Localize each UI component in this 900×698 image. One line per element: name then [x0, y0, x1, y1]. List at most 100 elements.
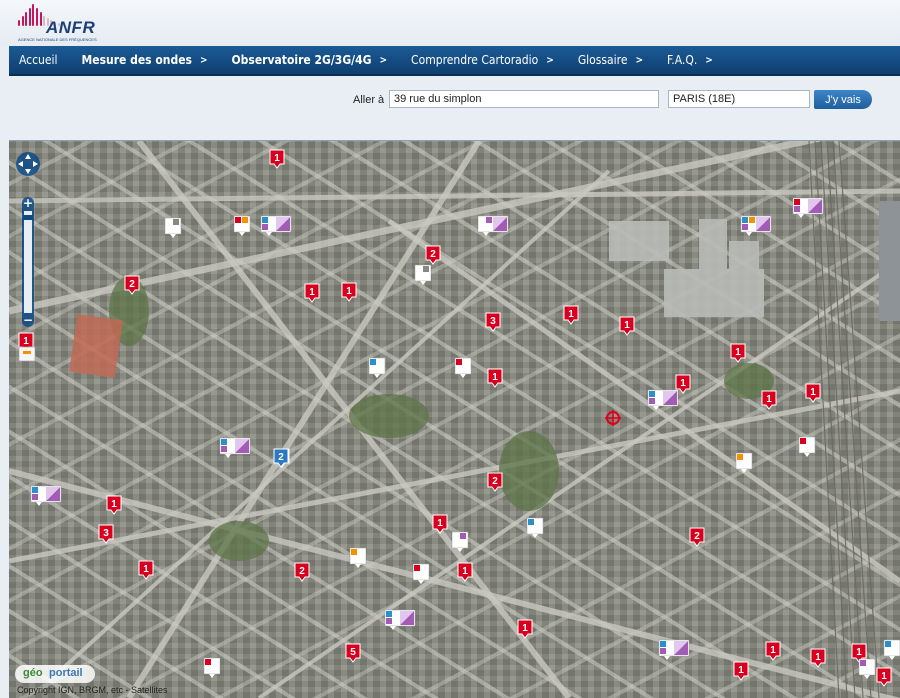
marker-count: 2 [129, 279, 135, 290]
operator-antenna-marker[interactable] [219, 437, 251, 458]
marker-count: 1 [881, 671, 887, 682]
antenna-count-marker[interactable]: 1 [457, 562, 473, 582]
main-nav: Accueil Mesure des ondes > Observatoire 2G/… [9, 46, 900, 76]
antenna-count-marker[interactable]: 1 [269, 149, 285, 169]
antenna-count-marker[interactable]: 1 [810, 648, 826, 668]
operator-antenna-marker[interactable] [883, 639, 900, 660]
marker-count: 2 [299, 566, 305, 577]
operator-antenna-marker[interactable] [164, 217, 182, 238]
operator-antenna-marker[interactable] [477, 215, 509, 236]
signal-bar [28, 8, 31, 26]
marker-count: 1 [856, 647, 862, 658]
aerial-imagery: 122113111111122123112121511111112 [9, 141, 900, 698]
antenna-count-marker[interactable]: 1 [761, 390, 777, 410]
marker-count: 1 [815, 652, 821, 663]
marker-count: 1 [624, 320, 630, 331]
operator-antenna-marker[interactable] [30, 485, 62, 506]
nav-item-label: Accueil [19, 53, 58, 67]
antenna-count-marker[interactable]: 1 [432, 514, 448, 534]
marker-count: 2 [694, 531, 700, 542]
marker-count: 1 [111, 499, 117, 510]
antenna-count-marker[interactable]: 1 [341, 282, 357, 302]
antenna-count-marker[interactable]: 1 [730, 343, 746, 363]
antenna-count-marker[interactable]: 1 [876, 667, 892, 687]
operator-antenna-marker[interactable] [384, 609, 416, 630]
nav-item-3[interactable]: Comprendre Cartoradio > [411, 53, 554, 67]
marker-count: 1 [462, 566, 468, 577]
marker-count: 2 [278, 452, 284, 463]
marker-count: 1 [437, 518, 443, 529]
operator-antenna-marker[interactable] [792, 197, 824, 218]
operator-antenna-marker[interactable] [233, 215, 251, 236]
marker-count: 1 [309, 287, 315, 298]
signal-bar [36, 8, 38, 26]
nav-item-label: F.A.Q. [667, 53, 698, 67]
signal-bar [18, 20, 20, 26]
nav-item-4[interactable]: Glossaire > [578, 53, 643, 67]
minus-icon[interactable]: − [23, 313, 33, 327]
antenna-count-marker[interactable]: 1 [138, 560, 154, 580]
antenna-count-marker[interactable]: 1 [619, 316, 635, 336]
chevron-right-icon: > [199, 54, 208, 66]
antenna-count-marker[interactable]: 1 [106, 495, 122, 515]
marker-count: 1 [346, 286, 352, 297]
map-view[interactable]: 122113111111122123112121511111112 + − gé… [9, 140, 900, 698]
signal-bar [25, 12, 28, 26]
logo-tagline: AGENCE NATIONALE DES FRÉQUENCES [18, 37, 97, 42]
marker-count: 1 [522, 623, 528, 634]
antenna-count-marker[interactable]: 2 [487, 472, 503, 492]
antenna-count-marker[interactable]: 5 [345, 643, 361, 663]
city-input[interactable] [668, 90, 810, 108]
pan-arrows-icon[interactable] [15, 151, 41, 177]
site-header: ANFR AGENCE NATIONALE DES FRÉQUENCES [0, 0, 900, 46]
address-input[interactable] [389, 90, 659, 108]
antenna-count-marker[interactable]: 1 [304, 283, 320, 303]
nav-item-2[interactable]: Observatoire 2G/3G/4G > [232, 53, 388, 67]
operator-antenna-marker[interactable] [798, 436, 816, 457]
marker-count: 1 [810, 387, 816, 398]
logo-name: ANFR [46, 18, 96, 37]
operator-antenna-marker[interactable] [658, 639, 690, 660]
nav-item-label: Comprendre Cartoradio [411, 53, 539, 67]
anfr-logo[interactable]: ANFR AGENCE NATIONALE DES FRÉQUENCES [18, 2, 98, 44]
map-copyright: Copyright IGN, BRGM, etc - Satellites [17, 685, 168, 695]
chevron-right-icon: > [546, 54, 554, 66]
nav-item-5[interactable]: F.A.Q. > [667, 53, 713, 67]
signal-bar [39, 12, 42, 26]
chevron-right-icon: > [705, 54, 713, 66]
antenna-count-marker[interactable]: 2 [425, 245, 441, 265]
marker-count: 1 [568, 309, 574, 320]
zoom-slider[interactable]: + − [20, 197, 36, 327]
chevron-right-icon: > [635, 54, 644, 66]
marker-count: 1 [23, 336, 29, 347]
antenna-count-marker[interactable]: 1 [733, 661, 749, 681]
marker-count: 1 [680, 378, 686, 389]
marker-count: 1 [770, 645, 776, 656]
marker-count: 1 [143, 564, 149, 575]
operator-antenna-marker[interactable] [740, 215, 772, 236]
street-view-icon[interactable] [18, 346, 36, 362]
antenna-count-marker[interactable]: 1 [563, 305, 579, 325]
nav-item-label: Mesure des ondes [81, 53, 192, 67]
antenna-count-marker[interactable]: 1 [487, 368, 503, 388]
marker-count: 1 [766, 394, 772, 405]
nav-item-0[interactable]: Accueil [19, 53, 58, 67]
chevron-right-icon: > [379, 54, 388, 66]
antenna-count-marker[interactable]: 2 [294, 562, 310, 582]
antenna-count-marker[interactable]: 1 [805, 383, 821, 403]
operator-antenna-marker[interactable] [260, 215, 292, 236]
operator-antenna-marker[interactable] [414, 264, 432, 285]
geoportail-logo[interactable]: géo portail [15, 665, 95, 683]
nav-item-label: Glossaire [577, 53, 628, 67]
antenna-count-marker[interactable]: 2 [689, 527, 705, 547]
antenna-count-marker[interactable]: 3 [485, 312, 501, 332]
operator-antenna-marker[interactable] [526, 517, 544, 538]
antenna-count-marker[interactable]: 1 [765, 641, 781, 661]
nav-item-1[interactable]: Mesure des ondes > [82, 53, 208, 67]
go-button[interactable]: J'y vais [814, 90, 872, 109]
operator-antenna-marker[interactable] [454, 357, 472, 378]
operator-antenna-marker[interactable] [203, 657, 221, 678]
marker-count: 1 [492, 372, 498, 383]
plus-icon[interactable]: + [23, 197, 33, 210]
target-crosshair-icon [605, 410, 621, 426]
